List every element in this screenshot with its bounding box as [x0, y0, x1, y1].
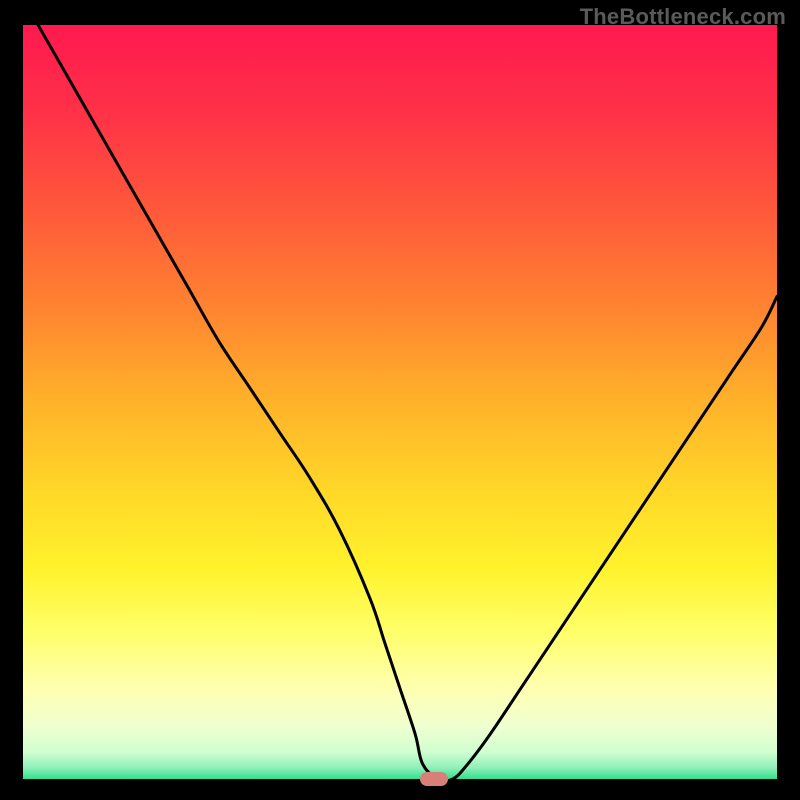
optimal-marker [420, 772, 448, 786]
gradient-background [23, 25, 777, 779]
chart-frame: TheBottleneck.com [0, 0, 800, 800]
bottleneck-chart [23, 25, 777, 779]
